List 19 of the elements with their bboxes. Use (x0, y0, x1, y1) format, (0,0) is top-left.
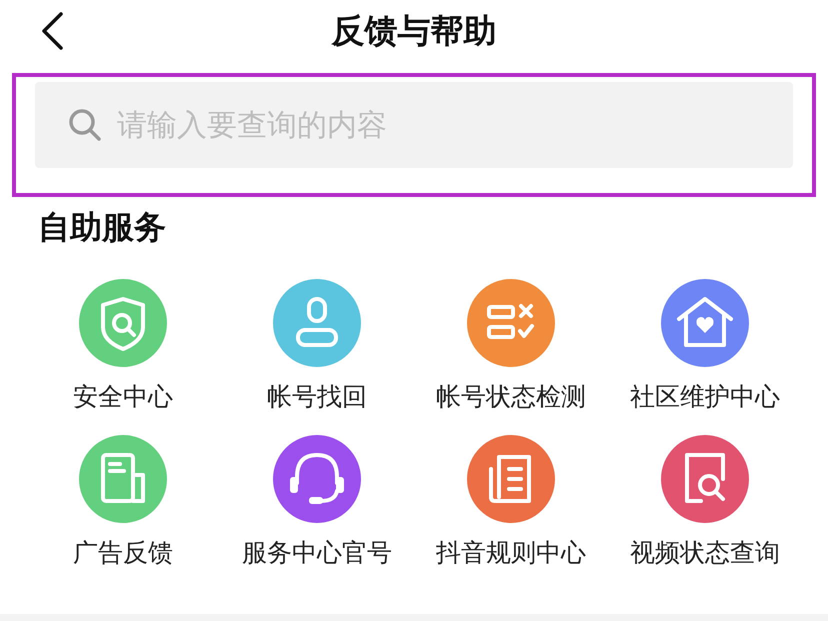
newspaper-icon[interactable] (79, 435, 167, 523)
page-title: 反馈与帮助 (332, 10, 496, 52)
service-label[interactable]: 抖音规则中心 (436, 537, 586, 569)
service-label[interactable]: 帐号找回 (267, 381, 367, 413)
section-title: 自助服务 (38, 207, 167, 248)
checklist-icon[interactable] (467, 279, 555, 367)
service-label[interactable]: 服务中心官号 (242, 537, 392, 569)
shield-search-icon[interactable] (79, 279, 167, 367)
person-icon[interactable] (273, 279, 361, 367)
search-icon (67, 107, 103, 143)
document-icon[interactable] (467, 435, 555, 523)
service-label[interactable]: 社区维护中心 (630, 381, 780, 413)
service-label[interactable]: 广告反馈 (73, 537, 173, 569)
service-label[interactable]: 帐号状态检测 (436, 381, 586, 413)
back-icon[interactable] (40, 12, 64, 50)
service-label[interactable]: 视频状态查询 (630, 537, 780, 569)
document-search-icon[interactable] (661, 435, 749, 523)
headset-icon[interactable] (273, 435, 361, 523)
service-label[interactable]: 安全中心 (73, 381, 173, 413)
